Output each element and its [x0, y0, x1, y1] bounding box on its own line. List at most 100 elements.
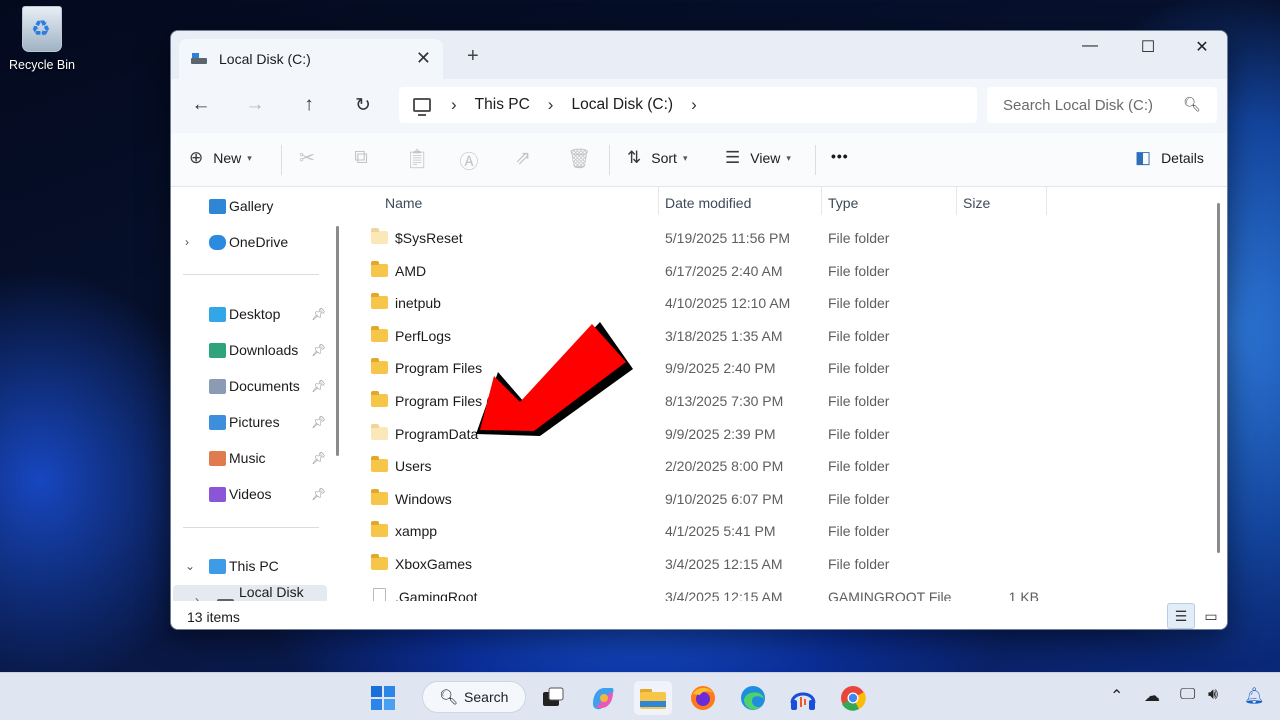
file-date-modified: 4/10/2025 12:10 AM — [665, 295, 791, 312]
column-divider[interactable] — [821, 187, 822, 215]
nav-item-this-pc[interactable]: ⌄ This PC — [171, 551, 331, 581]
file-explorer-taskbar-button[interactable] — [634, 681, 672, 715]
drive-icon — [191, 52, 207, 66]
pin-icon[interactable]: 📌︎ — [311, 451, 326, 465]
recycle-bin-label: Recycle Bin — [9, 58, 75, 72]
chrome-icon — [841, 686, 866, 711]
nav-item-videos[interactable]: Videos 📌︎ — [171, 479, 331, 509]
view-label: View — [750, 150, 781, 166]
pin-icon[interactable]: 📌︎ — [311, 415, 326, 429]
start-icon — [371, 686, 395, 710]
nav-item-music[interactable]: Music 📌︎ — [171, 443, 331, 473]
more-options-button[interactable]: ••• — [831, 148, 849, 164]
start-button[interactable] — [364, 681, 402, 715]
breadcrumb-chevron[interactable]: › — [691, 95, 697, 115]
address-bar[interactable]: › This PC › Local Disk (C:) › — [399, 87, 977, 123]
file-explorer-icon — [640, 689, 666, 709]
edge-button[interactable] — [734, 681, 772, 715]
breadcrumb-chevron[interactable]: › — [548, 95, 554, 115]
column-divider[interactable] — [658, 187, 659, 215]
file-row[interactable]: AMD 6/17/2025 2:40 AM File folder — [347, 256, 1207, 288]
file-row[interactable]: inetpub 4/10/2025 12:10 AM File folder — [347, 288, 1207, 320]
view-button[interactable]: ☰ View ▾ — [725, 148, 791, 168]
music-icon — [209, 450, 226, 466]
search-box[interactable]: 🔍︎ — [987, 87, 1217, 123]
column-divider[interactable] — [1046, 187, 1047, 215]
tiles-view-button[interactable]: ▭ — [1197, 603, 1225, 629]
edge-icon — [741, 686, 765, 710]
file-row[interactable]: Users 2/20/2025 8:00 PM File folder — [347, 451, 1207, 483]
tab-local-disk[interactable]: Local Disk (C:) ✕ — [179, 39, 443, 79]
file-date-modified: 9/9/2025 2:39 PM — [665, 425, 776, 442]
column-header-size[interactable]: Size — [963, 195, 990, 211]
network-icon[interactable]: 🖵︎ — [1180, 686, 1195, 704]
file-date-modified: 9/10/2025 6:07 PM — [665, 490, 784, 507]
expand-chevron-icon[interactable]: › — [195, 593, 199, 601]
copilot-button[interactable] — [584, 681, 622, 715]
sort-button[interactable]: ⇅ Sort ▾ — [627, 148, 687, 168]
chevron-up-icon[interactable]: ⌃ — [1110, 686, 1123, 706]
file-row[interactable]: .GamingRoot 3/4/2025 12:15 AM GAMINGROOT F… — [347, 582, 1207, 601]
copy-icon[interactable]: ⧉ — [349, 147, 373, 169]
file-row[interactable]: XboxGames 3/4/2025 12:15 AM File folder — [347, 549, 1207, 581]
file-name: AMD — [395, 262, 427, 279]
gallery-icon — [209, 198, 226, 214]
nav-scrollbar[interactable] — [336, 226, 339, 456]
back-button[interactable]: ← — [189, 94, 213, 116]
details-view-button[interactable]: ☰ — [1167, 603, 1195, 629]
minimize-button[interactable]: — — [1067, 37, 1113, 55]
paste-icon[interactable]: 📋︎ — [405, 147, 429, 171]
column-header-date[interactable]: Date modified — [665, 195, 751, 211]
pin-icon[interactable]: 📌︎ — [311, 379, 326, 393]
file-list-scrollbar[interactable] — [1217, 203, 1220, 553]
column-header-name[interactable]: Name — [385, 195, 422, 211]
breadcrumb-this-pc[interactable]: This PC — [475, 96, 530, 114]
item-count: 13 items — [187, 609, 240, 625]
search-input[interactable] — [1003, 96, 1173, 114]
pin-icon[interactable]: 📌︎ — [311, 343, 326, 357]
audio-app-button[interactable] — [784, 681, 822, 715]
file-row[interactable]: Windows 9/10/2025 6:07 PM File folder — [347, 484, 1207, 516]
file-row[interactable]: xampp 4/1/2025 5:41 PM File folder — [347, 516, 1207, 548]
nav-item-documents[interactable]: Documents 📌︎ — [171, 371, 331, 401]
new-tab-button[interactable]: + — [467, 45, 479, 68]
nav-item-local-disk[interactable]: › Local Disk (C:) — [173, 584, 327, 601]
tab-close-icon[interactable]: ✕ — [416, 48, 431, 69]
task-view-icon — [543, 687, 564, 706]
share-icon[interactable]: ⇗ — [511, 147, 535, 170]
nav-item-pictures[interactable]: Pictures 📌︎ — [171, 407, 331, 437]
nav-item-onedrive[interactable]: › OneDrive — [171, 227, 331, 257]
file-date-modified: 5/19/2025 11:56 PM — [665, 230, 791, 246]
close-button[interactable]: ✕ — [1179, 37, 1225, 57]
expand-chevron-icon[interactable]: › — [185, 235, 189, 249]
details-button[interactable]: ◧ Details — [1135, 148, 1204, 168]
pin-icon[interactable]: 📌︎ — [311, 487, 326, 501]
file-explorer-window: Local Disk (C:) ✕ + — ☐ ✕ ← → ↑ ↻ › This… — [170, 30, 1228, 630]
nav-item-downloads[interactable]: Downloads 📌︎ — [171, 335, 331, 365]
pin-icon[interactable]: 📌︎ — [311, 307, 326, 321]
firefox-button[interactable] — [684, 681, 722, 715]
cloud-off-icon[interactable]: ☁ — [1144, 686, 1160, 706]
chrome-button[interactable] — [834, 681, 872, 715]
maximize-button[interactable]: ☐ — [1125, 37, 1171, 57]
volume-icon[interactable]: 🔊︎ — [1208, 686, 1218, 704]
nav-item-gallery[interactable]: Gallery — [171, 191, 331, 221]
taskbar-search[interactable]: 🔍︎ Search — [422, 681, 526, 713]
breadcrumb-chevron[interactable]: › — [451, 95, 457, 115]
delete-icon[interactable]: 🗑︎ — [567, 147, 591, 171]
breadcrumb-local-disk[interactable]: Local Disk (C:) — [571, 96, 673, 114]
notification-bell-icon[interactable]: 🔔︎ — [1244, 686, 1264, 706]
cut-icon[interactable]: ✂ — [295, 147, 319, 170]
forward-button[interactable]: → — [243, 94, 267, 116]
task-view-button[interactable] — [534, 681, 572, 715]
column-divider[interactable] — [956, 187, 957, 215]
new-button[interactable]: ⊕ New ▾ — [189, 148, 252, 168]
recycle-bin[interactable]: Recycle Bin — [6, 6, 78, 72]
rename-icon[interactable]: Ⓐ — [457, 147, 481, 174]
file-row[interactable]: $SysReset 5/19/2025 11:56 PM File folder — [347, 223, 1207, 255]
refresh-button[interactable]: ↻ — [351, 94, 375, 117]
nav-item-desktop[interactable]: Desktop 📌︎ — [171, 299, 331, 329]
column-header-type[interactable]: Type — [828, 195, 858, 211]
expand-chevron-icon[interactable]: ⌄ — [185, 559, 195, 573]
up-button[interactable]: ↑ — [297, 94, 321, 116]
